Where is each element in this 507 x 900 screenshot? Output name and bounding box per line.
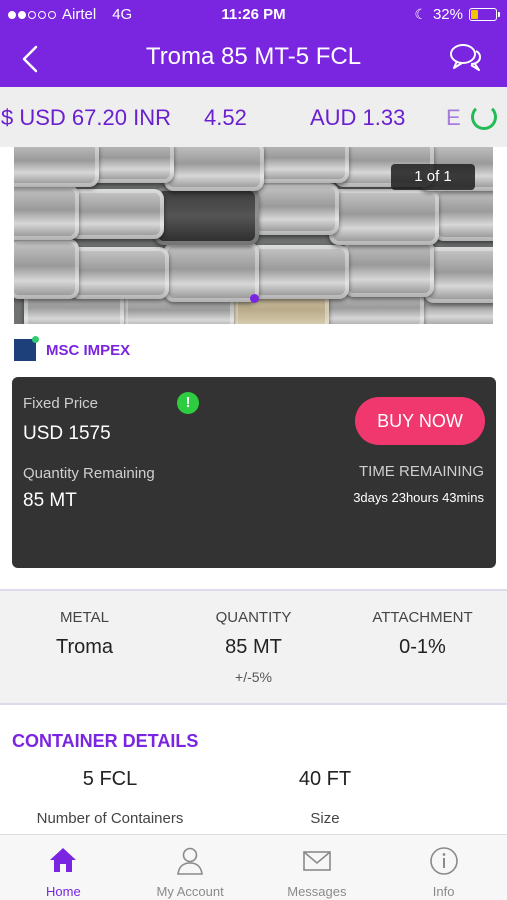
spec-strip: METAL Troma QUANTITY 85 MT +/-5% ATTACHM…: [0, 589, 507, 705]
tab-label: Info: [432, 884, 455, 899]
product-image[interactable]: 1 of 1: [14, 147, 493, 324]
price-card: Fixed Price ! USD 1575 BUY NOW Quantity …: [12, 377, 496, 568]
spec-header: METAL: [60, 609, 109, 626]
spec-metal: METAL Troma: [0, 609, 169, 659]
status-bar: Airtel 4G 11:26 PM ☾ 32%: [0, 0, 507, 30]
ticker-item: $ USD 67.20 INR: [1, 105, 171, 130]
wheel-rim: [14, 239, 79, 299]
fixed-price-value: USD 1575: [23, 423, 111, 444]
ticker-item: E: [446, 105, 461, 130]
wheel-rim: [249, 183, 339, 235]
tab-label: Messages: [287, 884, 347, 899]
fixed-price-label: Fixed Price: [23, 395, 99, 412]
containers-count-label: Number of Containers: [36, 810, 184, 827]
wheel-rim: [254, 147, 349, 183]
wheel-rim: [434, 187, 493, 241]
spec-tolerance: +/-5%: [235, 669, 272, 685]
wheel-rim: [154, 187, 259, 245]
alert-info-icon[interactable]: !: [177, 392, 199, 414]
spec-value: Troma: [55, 636, 114, 658]
containers-count-value: 5 FCL: [82, 768, 138, 790]
wheel-rim: [14, 185, 79, 240]
spec-header: ATTACHMENT: [372, 609, 473, 626]
spec-attachment: ATTACHMENT 0-1%: [338, 609, 507, 659]
seller-logo: [14, 336, 39, 361]
moon-icon: ☾: [414, 6, 427, 22]
time-remaining-label: TIME REMAINING: [358, 463, 484, 480]
time-remaining-value: 3days 23hours 43mins: [353, 490, 484, 505]
envelope-icon: [303, 851, 331, 871]
nav-bar: Troma 85 MT-5 FCL: [0, 30, 507, 87]
tab-info[interactable]: Info: [380, 835, 507, 900]
info-icon: [429, 847, 458, 875]
quantity-remaining-value: 85 MT: [23, 490, 77, 511]
seller-name[interactable]: MSC IMPEX: [46, 342, 130, 359]
wheel-rim: [329, 189, 439, 245]
container-size-label: Size: [310, 810, 340, 827]
wheel-rim: [164, 147, 264, 191]
spec-value: 0-1%: [399, 636, 446, 658]
spec-value: 85 MT: [225, 636, 282, 658]
ticker-item: 4.52: [204, 105, 247, 130]
tab-home[interactable]: Home: [0, 835, 127, 900]
home-icon: [50, 848, 77, 872]
spec-quantity: QUANTITY 85 MT +/-5%: [169, 609, 338, 685]
seller-row[interactable]: MSC IMPEX: [14, 336, 130, 362]
wheel-rim: [164, 242, 259, 302]
wheel-rim: [69, 247, 169, 299]
tab-label: Home: [46, 884, 81, 899]
chat-bubbles-icon[interactable]: [449, 42, 483, 74]
loading-spinner-icon: [471, 104, 497, 130]
wheel-rim: [424, 247, 493, 303]
currency-ticker: $ USD 67.20 INR 4.52 AUD 1.33 E: [0, 87, 507, 147]
pager-dot: [250, 294, 259, 303]
wheel-rim: [249, 245, 349, 299]
tab-label: My Account: [156, 884, 224, 899]
wheel-rim: [69, 189, 164, 239]
container-size-value: 40 FT: [298, 768, 352, 790]
wheel-rim: [344, 239, 434, 297]
container-details-heading: CONTAINER DETAILS: [12, 731, 199, 751]
ticker-item: AUD 1.33: [310, 105, 406, 130]
image-counter: 1 of 1: [391, 164, 475, 190]
tab-messages[interactable]: Messages: [254, 835, 381, 900]
spec-header: QUANTITY: [215, 609, 292, 626]
wheel-rim: [14, 147, 99, 187]
buy-now-button[interactable]: BUY NOW: [355, 397, 485, 445]
tab-my-account[interactable]: My Account: [127, 835, 254, 900]
tab-bar: Home My Account Messages Info: [0, 834, 507, 900]
page-title: Troma 85 MT-5 FCL: [145, 43, 362, 70]
quantity-remaining-label: Quantity Remaining: [23, 465, 155, 482]
battery-icon: [469, 8, 500, 21]
user-icon: [177, 847, 204, 875]
battery-percent: 32%: [432, 6, 463, 23]
